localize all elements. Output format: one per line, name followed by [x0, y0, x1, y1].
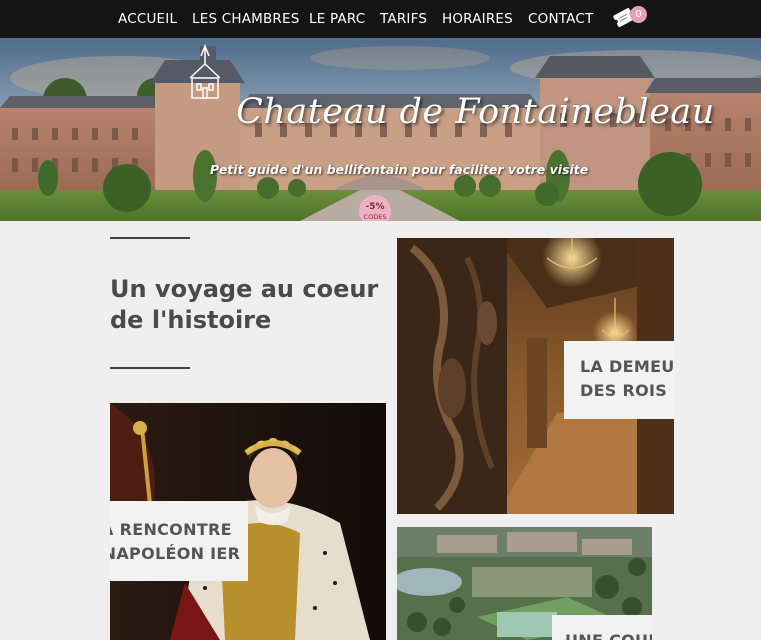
- hero-banner: Chateau de Fontainebleau Petit guide d'u…: [0, 38, 761, 221]
- heading-top-rule: [110, 237, 190, 239]
- promo-codes-badge[interactable]: -5% CODES: [359, 195, 391, 221]
- nav-accueil[interactable]: ACCUEIL: [118, 11, 177, 27]
- site-subtitle: Petit guide d'un bellifontain pour facil…: [210, 162, 589, 177]
- heading-line-1: Un voyage au coeur: [110, 275, 379, 303]
- card-label-demeure-line-1: LA DEMEURE: [580, 357, 674, 376]
- card-label-course-line-1: UNE COURSE: [565, 629, 652, 640]
- card-label-napoleon: À LA RENCONTRE DE NAPOLÉON IER: [110, 501, 248, 581]
- nav-horaires[interactable]: HORAIRES: [442, 11, 513, 27]
- card-demeure-des-rois[interactable]: LA DEMEURE DES ROIS: [397, 238, 674, 514]
- promo-label: CODES: [363, 213, 387, 221]
- cart-count-badge[interactable]: 0: [630, 6, 647, 23]
- card-label-course: UNE COURSE: [552, 615, 652, 640]
- site-title: Chateau de Fontainebleau: [236, 92, 715, 132]
- card-label-demeure: LA DEMEURE DES ROIS: [564, 341, 674, 419]
- top-navigation: ACCUEIL LES CHAMBRES LE PARC TARIFS HORA…: [0, 0, 761, 38]
- card-label-napoleon-line-1: À LA RENCONTRE: [110, 520, 232, 539]
- promo-percent: -5%: [365, 202, 385, 212]
- card-label-napoleon-line-2: DE NAPOLÉON IER: [110, 544, 241, 563]
- section-heading: Un voyage au coeur de l'histoire: [110, 274, 380, 336]
- castle-logo-icon: [189, 43, 221, 99]
- nav-contact[interactable]: CONTACT: [528, 11, 593, 27]
- heading-bottom-rule: [110, 367, 190, 369]
- nav-les-chambres[interactable]: LES CHAMBRES: [192, 11, 300, 27]
- nav-le-parc[interactable]: LE PARC: [309, 11, 365, 27]
- nav-tarifs[interactable]: TARIFS: [380, 11, 427, 27]
- card-napoleon[interactable]: À LA RENCONTRE DE NAPOLÉON IER: [110, 403, 386, 640]
- card-une-course[interactable]: UNE COURSE: [397, 527, 652, 640]
- card-label-demeure-line-2: DES ROIS: [580, 381, 668, 400]
- heading-line-2: de l'histoire: [110, 306, 272, 334]
